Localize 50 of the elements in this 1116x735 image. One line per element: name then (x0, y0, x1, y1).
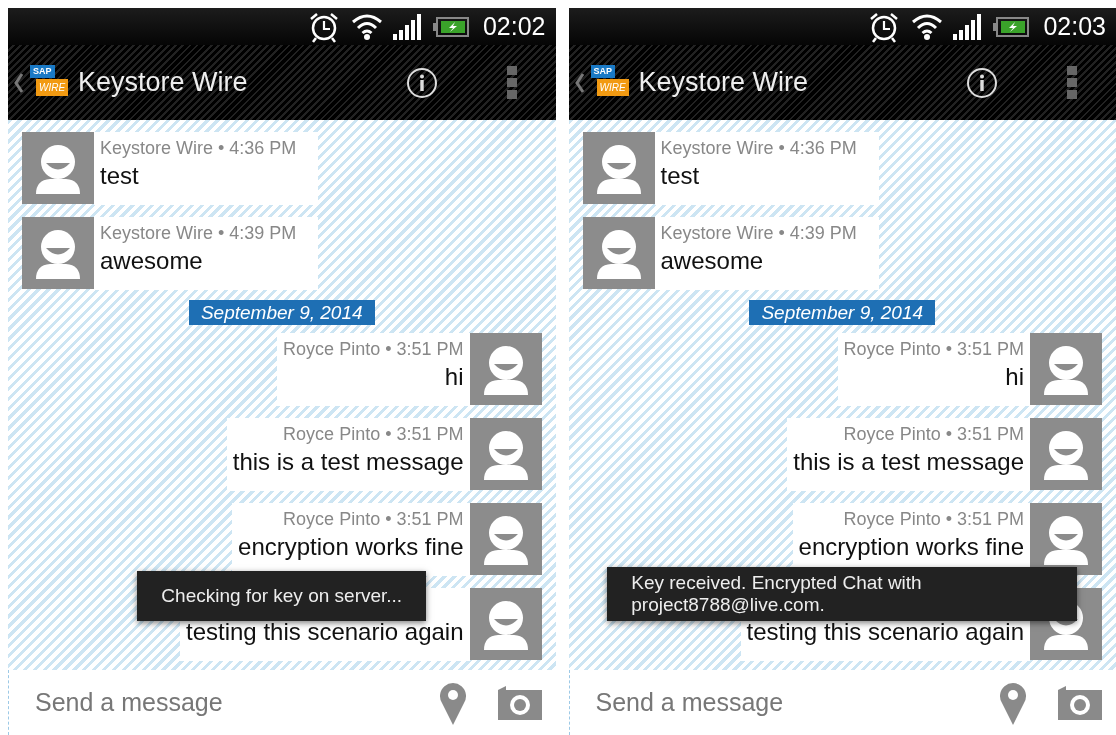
wifi-icon (911, 12, 944, 41)
logo-text: WIRE (36, 78, 69, 96)
camera-icon[interactable] (497, 685, 542, 720)
logo-text: SAP (590, 64, 615, 78)
message-text: awesome (660, 246, 765, 276)
message-meta: Royce Pinto • 3:51 PM (843, 423, 1024, 445)
camera-icon[interactable] (1058, 685, 1102, 720)
signal-icon (392, 13, 423, 40)
message-text: this is a test message (793, 447, 1024, 477)
message-meta: Keystore Wire • 4:39 PM (660, 222, 857, 244)
location-pin-icon[interactable] (998, 680, 1028, 725)
back-chevron-icon[interactable] (574, 71, 585, 94)
message-text: testing this scenario again (746, 617, 1024, 647)
location-pin-icon[interactable] (437, 680, 468, 725)
message-meta: Royce Pinto • 3:51 PM (283, 338, 464, 360)
logo-text: WIRE (596, 78, 629, 96)
status-time: 02:03 (1043, 12, 1106, 41)
info-icon[interactable] (966, 66, 998, 99)
logo-text: SAP (30, 64, 55, 78)
message-text: testing this scenario again (186, 617, 464, 647)
message-input-field[interactable]: Send a message (31, 688, 408, 717)
battery-icon (432, 16, 469, 37)
signal-icon (953, 13, 984, 40)
message-text: encryption works fine (238, 532, 464, 562)
message-text: hi (1005, 362, 1024, 392)
toast-text: Key received. Encrypted Chat with project8788@live.com. (631, 572, 923, 616)
status-time: 02:02 (482, 12, 546, 41)
message-meta: Keystore Wire • 4:36 PM (100, 137, 297, 159)
toast-text: Checking for key on server... (161, 585, 403, 607)
back-chevron-icon[interactable] (14, 71, 24, 94)
message-text: test (660, 161, 701, 191)
message-meta: Keystore Wire • 4:36 PM (660, 137, 857, 159)
app-title: Keystore Wire (78, 67, 249, 98)
message-text: encryption works fine (798, 532, 1024, 562)
overflow-menu-icon[interactable] (1067, 65, 1079, 100)
overflow-menu-icon[interactable] (506, 65, 519, 100)
message-meta: Royce Pinto • 3:51 PM (843, 338, 1024, 360)
message-meta: Keystore Wire • 4:39 PM (100, 222, 297, 244)
message-text: test (100, 161, 140, 191)
message-text: this is a test message (232, 447, 464, 477)
message-meta: Royce Pinto • 3:51 PM (283, 423, 464, 445)
message-meta: Royce Pinto • 3:51 PM (843, 508, 1024, 530)
wifi-icon (350, 12, 383, 41)
message-input-field[interactable]: Send a message (591, 688, 968, 717)
battery-icon (993, 16, 1030, 37)
message-text: awesome (100, 246, 204, 276)
info-icon[interactable] (405, 66, 438, 99)
message-meta: Royce Pinto • 3:51 PM (283, 508, 464, 530)
app-title: Keystore Wire (638, 67, 810, 98)
message-text: hi (444, 362, 464, 392)
